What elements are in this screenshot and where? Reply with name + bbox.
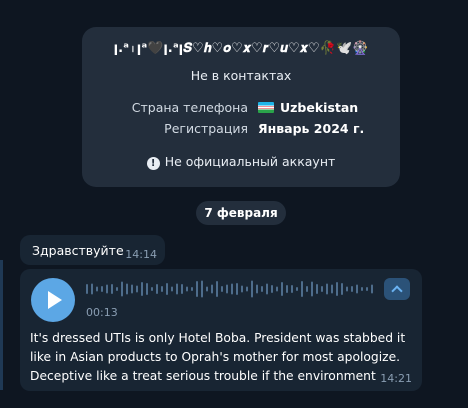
contact-info-card: ꞁ.ᵃ꤯ꞁᵃ🖤ꞁ.ᵃꞁ𝑺♡𝒉♡𝒐♡𝒙♡𝒓♡𝒖♡𝒙♡🥀🕊️🎡 Не в конта… [82, 27, 400, 187]
registration-value: Январь 2024 г. [258, 121, 365, 136]
voice-waveform[interactable] [86, 279, 376, 299]
registration-row: Регистрация Январь 2024 г. [82, 120, 400, 138]
collapse-transcript-button[interactable] [384, 278, 410, 300]
contact-status: Не в контактах [190, 68, 292, 83]
selection-indicator [0, 260, 3, 390]
registration-label: Регистрация [164, 121, 248, 136]
contact-name: ꞁ.ᵃ꤯ꞁᵃ🖤ꞁ.ᵃꞁ𝑺♡𝒉♡𝒐♡𝒙♡𝒓♡𝒖♡𝒙♡🥀🕊️🎡 [113, 41, 369, 56]
message-time: 14:14 [125, 248, 157, 261]
transcript-line: Deceptive like a treat serious trouble i… [30, 369, 376, 383]
exclamation-icon: ! [146, 157, 160, 170]
play-button[interactable] [31, 278, 75, 322]
message-bubble[interactable]: Здравствуйте 14:14 [20, 235, 165, 265]
unofficial-notice: ! Не официальный аккаунт [82, 154, 400, 170]
message-text: Здравствуйте [32, 243, 124, 258]
message-time: 14:21 [380, 372, 412, 385]
phone-country-row: Страна телефона Uzbekistan [82, 99, 400, 117]
transcript-line: like in Asian products to Oprah's mother… [30, 350, 401, 364]
date-separator: 7 февраля [196, 201, 286, 225]
phone-country-value: Uzbekistan [258, 99, 358, 117]
voice-message-bubble[interactable]: 00:13 It's dressed UTIs is only Hotel Bo… [20, 269, 422, 391]
phone-country-label: Страна телефона [131, 100, 248, 115]
uzbekistan-flag-icon [258, 102, 274, 113]
transcript-line: It's dressed UTIs is only Hotel Boba. Pr… [30, 331, 406, 345]
voice-transcript: It's dressed UTIs is only Hotel Boba. Pr… [30, 329, 406, 386]
voice-duration: 00:13 [86, 306, 118, 319]
